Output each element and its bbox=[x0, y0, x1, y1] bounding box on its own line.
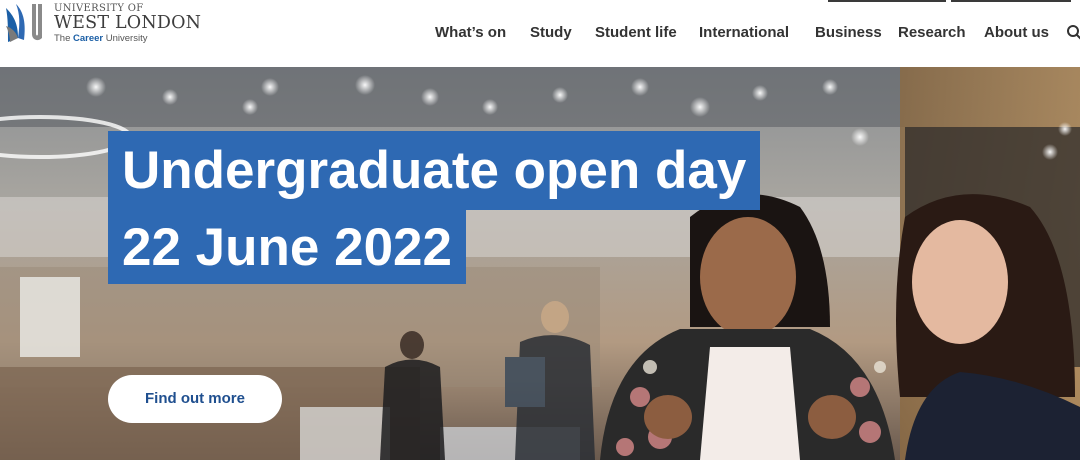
nav-item-study[interactable]: Study bbox=[530, 24, 572, 41]
hero-headline-title: Undergraduate open day bbox=[108, 131, 761, 210]
hero-banner: Undergraduate open day 22 June 2022 Find… bbox=[0, 67, 1080, 460]
nav-item-whats-on[interactable]: What’s on bbox=[435, 24, 506, 41]
tagline-prefix: The bbox=[54, 33, 71, 44]
nav-item-business[interactable]: Business bbox=[815, 24, 882, 41]
find-out-more-button[interactable]: Find out more bbox=[108, 375, 282, 423]
university-logo[interactable]: UNIVERSITY OF WEST LONDON The Career Uni… bbox=[4, 2, 204, 46]
site-header: UNIVERSITY OF WEST LONDON The Career Uni… bbox=[0, 0, 1080, 67]
nav-item-about-us[interactable]: About us bbox=[984, 24, 1049, 41]
search-icon[interactable] bbox=[1066, 24, 1080, 42]
tagline-highlight: Career bbox=[73, 33, 104, 44]
logo-line-west-london: WEST LONDON bbox=[54, 13, 202, 33]
hero-headline-date: 22 June 2022 bbox=[108, 210, 467, 284]
tagline-suffix: University bbox=[105, 33, 148, 44]
logo-emblem-icon bbox=[6, 4, 42, 42]
nav-item-international[interactable]: International bbox=[699, 24, 789, 41]
logo-tagline: The Career University bbox=[54, 33, 201, 44]
logo-wordmark: UNIVERSITY OF WEST LONDON The Career Uni… bbox=[54, 3, 201, 44]
utility-bar-divider bbox=[820, 0, 1080, 2]
nav-item-student-life[interactable]: Student life bbox=[595, 24, 677, 41]
nav-item-research[interactable]: Research bbox=[898, 24, 966, 41]
